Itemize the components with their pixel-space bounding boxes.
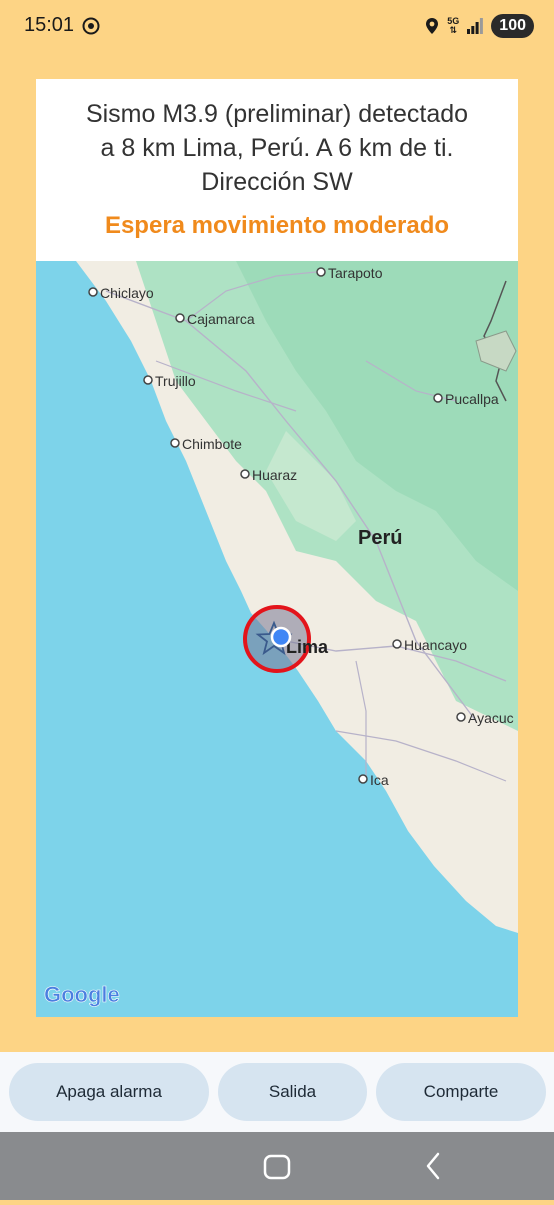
google-logo: Google [44, 982, 120, 1007]
earthquake-alert-card: Sismo M3.9 (preliminar) detectado a 8 km… [36, 79, 518, 1017]
nav-icons [263, 1152, 440, 1180]
stop-alarm-button[interactable]: Apaga alarma [9, 1063, 209, 1121]
map-view[interactable]: Tarapoto Chiclayo Cajamarca Trujillo Puc… [36, 261, 518, 1017]
alert-message: Sismo M3.9 (preliminar) detectado a 8 km… [36, 97, 518, 199]
city-label-pucallpa: Pucallpa [445, 391, 499, 407]
location-icon [426, 18, 439, 34]
city-label-huaraz: Huaraz [252, 467, 297, 483]
city-label-huancayo: Huancayo [404, 637, 467, 653]
alert-message-line: Sismo M3.9 (preliminar) detectado [85, 100, 469, 128]
city-marker-cajamarca: Cajamarca [175, 311, 255, 327]
my-location-dot [270, 626, 292, 648]
city-label-lima: Lima [286, 637, 329, 657]
city-label-chimbote: Chimbote [182, 436, 242, 452]
map-canvas[interactable]: Tarapoto Chiclayo Cajamarca Trujillo Puc… [36, 261, 518, 1017]
city-label-cajamarca: Cajamarca [187, 311, 255, 327]
city-marker-huancayo: Huancayo [392, 637, 467, 653]
system-navigation-bar [0, 1132, 554, 1200]
city-label-ica: Ica [370, 772, 389, 788]
city-marker-chimbote: Chimbote [170, 436, 242, 452]
signal-icon [467, 18, 484, 34]
city-label-chiclayo: Chiclayo [100, 285, 154, 301]
city-label-trujillo: Trujillo [155, 373, 196, 389]
status-icons: 5G ⇅ 100 [425, 14, 534, 38]
hotspot-icon [82, 17, 100, 35]
data-arrows-icon: ⇅ [449, 25, 458, 35]
network-type: 5G ⇅ [447, 17, 459, 35]
status-time: 15:01 [24, 14, 75, 36]
alert-message-line: Dirección SW [201, 168, 353, 196]
city-label-ayacucho: Ayacuc [468, 710, 514, 726]
exit-button[interactable]: Salida [218, 1063, 367, 1121]
back-icon[interactable] [426, 1152, 440, 1180]
status-bar: 15:01 5G ⇅ 100 [0, 0, 554, 52]
share-button[interactable]: Comparte [376, 1063, 546, 1121]
shaking-warning: Espera movimiento moderado [104, 212, 450, 239]
action-bar: Apaga alarma Salida Comparte [0, 1052, 554, 1132]
battery-indicator: 100 [491, 14, 534, 38]
country-label: Perú [358, 527, 402, 549]
city-label-tarapoto: Tarapoto [328, 265, 383, 281]
home-icon[interactable] [263, 1154, 291, 1180]
alert-message-line: a 8 km Lima, Perú. A 6 km de ti. [100, 134, 454, 162]
